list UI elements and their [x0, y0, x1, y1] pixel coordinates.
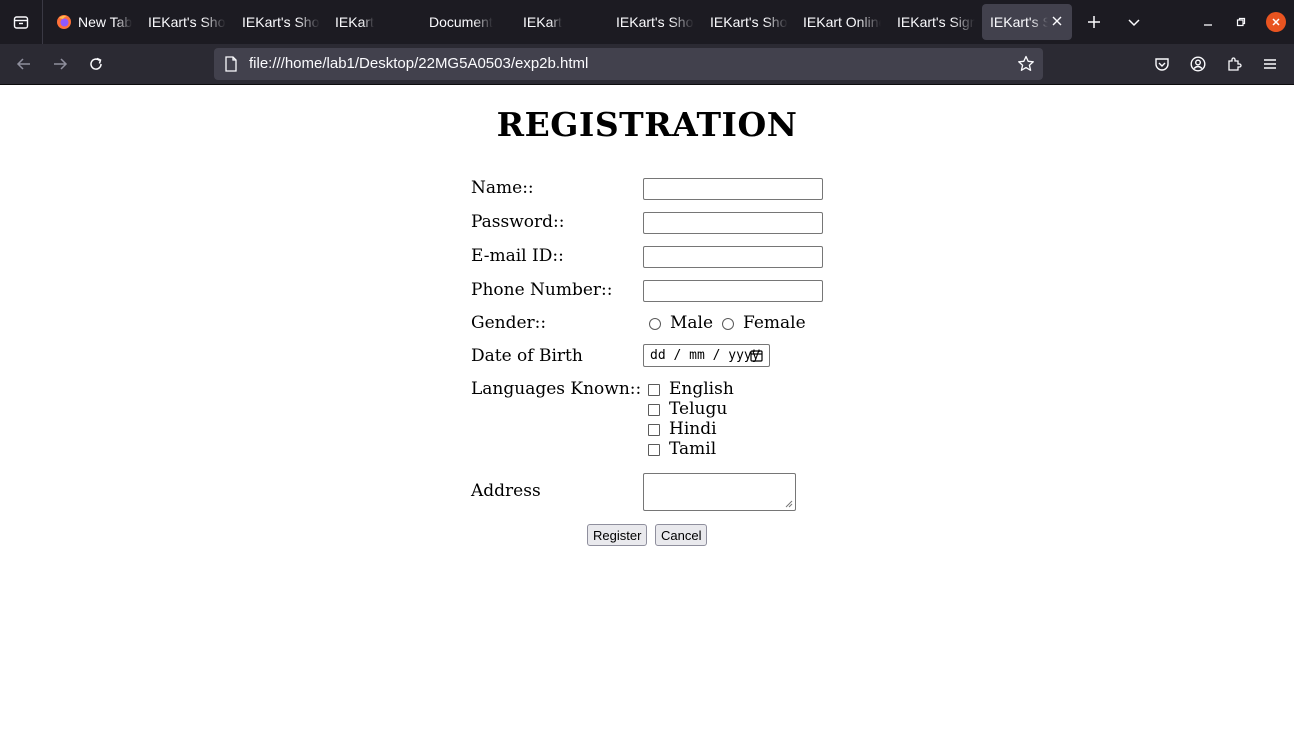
extensions-button[interactable]: [1220, 50, 1248, 78]
gender-male-radio[interactable]: [649, 318, 661, 330]
browser-tab[interactable]: IEKart's Sign: [889, 4, 975, 40]
account-button[interactable]: [1184, 50, 1212, 78]
list-all-tabs-button[interactable]: [1120, 8, 1148, 36]
tab-label: New Tab: [78, 14, 133, 30]
account-icon: [1190, 56, 1206, 72]
pocket-icon: [1155, 58, 1169, 71]
dob-label: Date of Birth: [471, 346, 583, 366]
language-telugu-checkbox[interactable]: [648, 404, 660, 416]
password-label: Password::: [471, 212, 565, 232]
browser-tab-active[interactable]: IEKart's Shopping: [982, 4, 1072, 40]
tab-label: IEKart's Sign: [897, 14, 975, 30]
browser-tab[interactable]: IEKart's Shopping: [702, 4, 788, 40]
tab-label: IEKart's Shopping: [616, 14, 694, 30]
page-icon: [225, 56, 237, 72]
language-tamil-label: Tamil: [669, 439, 717, 459]
restore-icon: [1236, 17, 1246, 27]
restore-button[interactable]: [1227, 8, 1255, 36]
navigation-toolbar: file:///home/lab1/Desktop/22MG5A0503/exp…: [0, 44, 1294, 85]
back-button[interactable]: [10, 50, 38, 78]
pocket-button[interactable]: [1148, 50, 1176, 78]
tab-label: IEKart's Shopping: [148, 14, 226, 30]
tab-label: IEKart's Shopping: [990, 14, 1048, 30]
gender-female-radio[interactable]: [722, 318, 734, 330]
password-input[interactable]: [643, 212, 823, 234]
tab-strip: New Tab IEKart's Shopping IEKart's Shopp…: [0, 0, 1294, 44]
language-hindi-checkbox[interactable]: [648, 424, 660, 436]
browser-tab[interactable]: IEKart: [327, 4, 413, 40]
app-menu-button[interactable]: [1256, 50, 1284, 78]
chevron-down-icon: [1128, 19, 1140, 27]
language-english-label: English: [669, 379, 734, 399]
browser-tab[interactable]: Document: [421, 4, 507, 40]
browser-tab[interactable]: IEKart's Shopping: [608, 4, 694, 40]
tab-label: IEKart: [335, 14, 374, 30]
phone-label: Phone Number::: [471, 280, 613, 300]
reload-icon: [90, 57, 102, 70]
browser-tab[interactable]: IEKart: [515, 4, 601, 40]
forward-button[interactable]: [46, 50, 74, 78]
tab-label: IEKart: [523, 14, 562, 30]
firefox-view-button[interactable]: [0, 0, 43, 44]
browser-tab[interactable]: New Tab: [48, 4, 134, 40]
email-label: E-mail ID::: [471, 246, 564, 266]
plus-icon: [1088, 16, 1100, 28]
firefox-view-icon: [13, 16, 29, 29]
gender-female-label: Female: [743, 313, 806, 333]
tab-label: IEKart Online: [803, 14, 881, 30]
name-label: Name::: [471, 178, 534, 198]
tab-label: Document: [429, 14, 493, 30]
minimize-icon: [1204, 24, 1212, 26]
register-button[interactable]: Register: [587, 524, 648, 546]
close-icon: [1272, 18, 1280, 26]
tab-close-icon[interactable]: [1050, 14, 1064, 28]
languages-label: Languages Known::: [471, 379, 642, 399]
tab-label: IEKart's Shopping: [710, 14, 788, 30]
language-english-checkbox[interactable]: [648, 384, 660, 396]
language-telugu-label: Telugu: [669, 399, 728, 419]
tab-label: IEKart's Shopping: [242, 14, 320, 30]
new-tab-button[interactable]: [1080, 8, 1108, 36]
puzzle-icon: [1228, 57, 1242, 71]
window-close-button[interactable]: [1266, 12, 1286, 32]
email-input[interactable]: [643, 246, 823, 268]
language-hindi-label: Hindi: [669, 419, 717, 439]
hamburger-menu-icon: [1264, 59, 1276, 69]
resize-grip-icon[interactable]: [785, 500, 793, 508]
browser-tab[interactable]: IEKart's Shopping: [140, 4, 226, 40]
gender-label: Gender::: [471, 313, 547, 333]
language-tamil-checkbox[interactable]: [648, 444, 660, 456]
address-bar[interactable]: file:///home/lab1/Desktop/22MG5A0503/exp…: [214, 48, 1043, 80]
arrow-left-icon: [16, 58, 30, 70]
page-content: REGISTRATION Name:: Password:: E-mail ID…: [0, 85, 1294, 741]
dob-placeholder: dd / mm / yyyy: [650, 348, 760, 363]
phone-input[interactable]: [643, 280, 823, 302]
gender-male-label: Male: [670, 313, 714, 333]
browser-tab[interactable]: IEKart Online: [795, 4, 881, 40]
reload-button[interactable]: [82, 50, 110, 78]
address-textarea[interactable]: [643, 473, 796, 511]
dob-date-input[interactable]: dd / mm / yyyy: [643, 344, 770, 367]
firefox-icon: [57, 15, 71, 29]
browser-tab[interactable]: IEKart's Shopping: [234, 4, 320, 40]
arrow-right-icon: [54, 58, 68, 70]
cancel-button[interactable]: Cancel: [655, 524, 708, 546]
page-title: REGISTRATION: [496, 105, 798, 144]
star-icon[interactable]: [1017, 55, 1035, 73]
url-text: file:///home/lab1/Desktop/22MG5A0503/exp…: [249, 55, 589, 72]
minimize-button[interactable]: [1194, 8, 1222, 36]
calendar-icon[interactable]: [750, 349, 763, 362]
address-label: Address: [471, 481, 541, 501]
name-input[interactable]: [643, 178, 823, 200]
